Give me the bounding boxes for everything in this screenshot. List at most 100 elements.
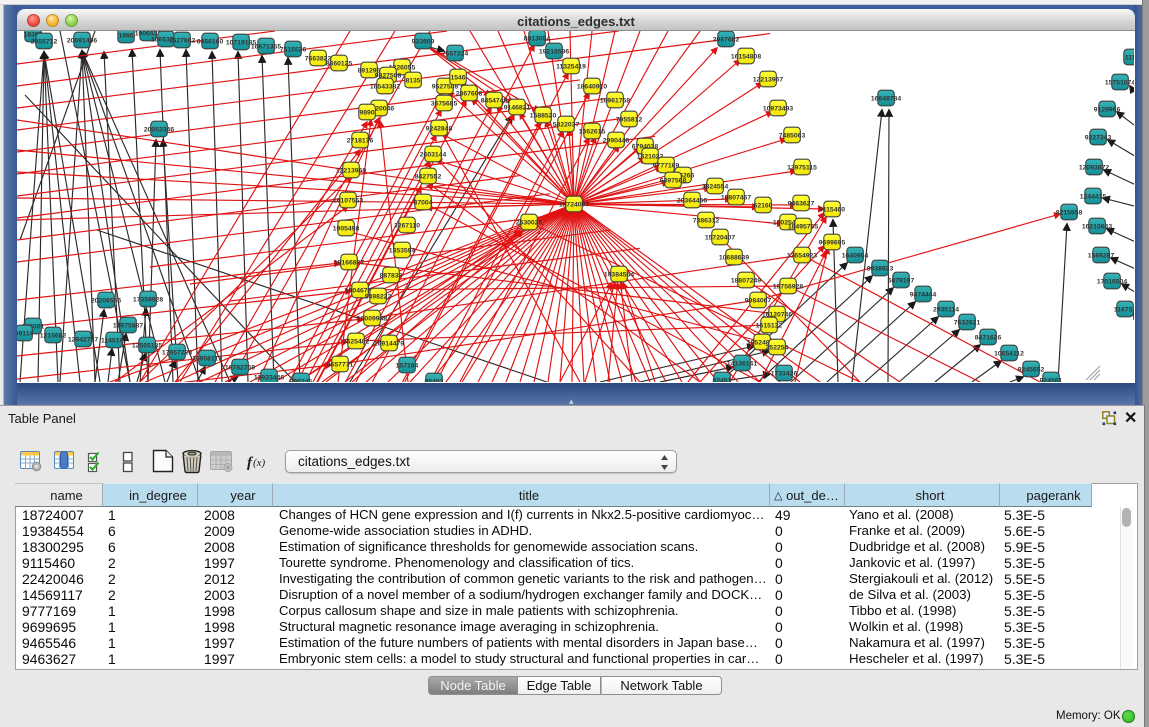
svg-text:12923446: 12923446: [254, 374, 284, 381]
svg-text:8427552: 8427552: [415, 173, 442, 180]
svg-text:7386312: 7386312: [693, 217, 720, 224]
svg-text:10958117: 10958117: [192, 355, 222, 362]
svg-text:12505135: 12505135: [132, 342, 162, 349]
svg-text:8471626: 8471626: [975, 334, 1002, 341]
svg-text:11325419: 11325419: [556, 63, 586, 70]
svg-text:9463627: 9463627: [788, 200, 815, 207]
svg-text:17016504: 17016504: [1097, 278, 1127, 285]
svg-text:9245652: 9245652: [1018, 366, 1045, 373]
svg-text:933809: 933809: [412, 38, 435, 45]
svg-text:9084067: 9084067: [745, 297, 772, 304]
svg-text:9227343: 9227343: [1085, 134, 1112, 141]
svg-text:18724007: 18724007: [559, 201, 589, 208]
svg-text:16961758: 16961758: [600, 97, 630, 104]
svg-text:2530025: 2530025: [516, 219, 543, 226]
svg-text:1546: 1546: [450, 74, 465, 81]
svg-text:9890: 9890: [359, 109, 374, 116]
svg-text:19166827: 19166827: [334, 259, 364, 266]
svg-text:1527602: 1527602: [169, 37, 196, 44]
svg-text:157164: 157164: [396, 362, 419, 369]
svg-text:9129966: 9129966: [1094, 106, 1121, 113]
svg-text:13654923: 13654923: [787, 252, 817, 259]
svg-text:9474444: 9474444: [910, 291, 937, 298]
svg-text:12942757: 12942757: [68, 336, 98, 343]
svg-text:8135: 8135: [405, 77, 420, 84]
svg-text:9146821: 9146821: [504, 104, 531, 111]
svg-text:18807249: 18807249: [731, 277, 761, 284]
svg-text:17359928: 17359928: [133, 296, 163, 303]
svg-text:16782759: 16782759: [225, 364, 255, 371]
svg-text:20206556: 20206556: [91, 297, 121, 304]
svg-text:16154808: 16154808: [731, 53, 761, 60]
svg-text:1640954: 1640954: [842, 252, 869, 259]
svg-text:18640910: 18640910: [577, 83, 607, 90]
svg-text:18495755: 18495755: [788, 223, 818, 230]
svg-text:19384554: 19384554: [604, 271, 634, 278]
svg-text:12213967: 12213967: [753, 76, 783, 83]
svg-text:6497568: 6497568: [660, 177, 687, 184]
svg-text:1986: 1986: [118, 32, 133, 39]
svg-text:82451: 82451: [713, 377, 732, 382]
svg-text:6879197: 6879197: [888, 277, 915, 284]
svg-text:15751074: 15751074: [1105, 79, 1134, 86]
svg-text:62160: 62160: [754, 202, 773, 209]
svg-text:996245: 996245: [290, 378, 313, 382]
svg-text:8454749: 8454749: [481, 97, 508, 104]
svg-text:15720407: 15720407: [705, 234, 735, 241]
svg-text:12975115: 12975115: [787, 164, 817, 171]
svg-text:16210643: 16210643: [1082, 223, 1112, 230]
svg-text:3267110: 3267110: [394, 222, 420, 229]
svg-text:8938923: 8938923: [867, 265, 894, 272]
svg-text:7557224: 7557224: [442, 50, 469, 57]
svg-text:95402: 95402: [425, 378, 444, 382]
svg-text:3675685: 3675685: [431, 100, 458, 107]
svg-text:19756928: 19756928: [773, 283, 803, 290]
svg-text:1215682: 1215682: [40, 332, 67, 339]
svg-text:10807467: 10807467: [721, 194, 751, 201]
svg-text:20691406: 20691406: [67, 37, 97, 44]
svg-text:116753: 116753: [1114, 306, 1134, 313]
svg-text:5822037: 5822037: [553, 121, 580, 128]
svg-text:1588520: 1588520: [530, 112, 557, 119]
svg-text:39114: 39114: [17, 330, 33, 337]
svg-text:8215958: 8215958: [1056, 209, 1083, 216]
svg-text:16914479: 16914479: [374, 340, 404, 347]
svg-text:20053346: 20053346: [144, 126, 174, 133]
svg-text:20364456: 20364456: [677, 197, 707, 204]
svg-text:10975887: 10975887: [113, 322, 143, 329]
svg-text:19218596: 19218596: [539, 48, 569, 55]
svg-text:16009948: 16009948: [357, 315, 387, 322]
svg-text:1733426: 1733426: [771, 370, 798, 377]
svg-text:1112: 1112: [1125, 54, 1134, 61]
svg-text:1362615: 1362615: [579, 128, 606, 135]
svg-text:2087682: 2087682: [713, 36, 740, 43]
svg-text:2718176: 2718176: [347, 137, 374, 144]
svg-text:6466160: 6466160: [197, 38, 224, 45]
svg-text:252254: 252254: [766, 344, 789, 351]
svg-text:2867608: 2867608: [456, 90, 483, 97]
svg-text:16543382: 16543382: [370, 83, 400, 90]
svg-text:1353594: 1353594: [389, 247, 416, 254]
svg-text:7515526: 7515526: [280, 46, 307, 53]
svg-text:10973493: 10973493: [763, 105, 793, 112]
svg-text:5498222: 5498222: [365, 293, 392, 300]
svg-text:7485063: 7485063: [779, 132, 806, 139]
svg-text:8813054: 8813054: [524, 35, 551, 42]
svg-text:7625402: 7625402: [343, 338, 370, 345]
svg-text:1615132: 1615132: [756, 322, 783, 329]
svg-text:9115460: 9115460: [819, 206, 845, 213]
svg-text:2055712: 2055712: [31, 38, 58, 45]
svg-text:1244415: 1244415: [1080, 193, 1107, 200]
svg-text:1905498: 1905498: [333, 225, 360, 232]
svg-text:10688639: 10688639: [719, 254, 749, 261]
svg-text:7632621: 7632621: [954, 319, 981, 326]
svg-text:16648784: 16648784: [871, 95, 901, 102]
svg-text:9657771: 9657771: [327, 361, 354, 368]
svg-text:9242848: 9242848: [426, 125, 453, 132]
svg-text:2603144: 2603144: [420, 151, 447, 158]
svg-text:10654112: 10654112: [994, 350, 1024, 357]
svg-text:7955812: 7955812: [616, 116, 643, 123]
svg-text:924561: 924561: [1040, 377, 1063, 382]
svg-text:887833: 887833: [380, 272, 403, 279]
svg-text:87004: 87004: [414, 199, 433, 206]
